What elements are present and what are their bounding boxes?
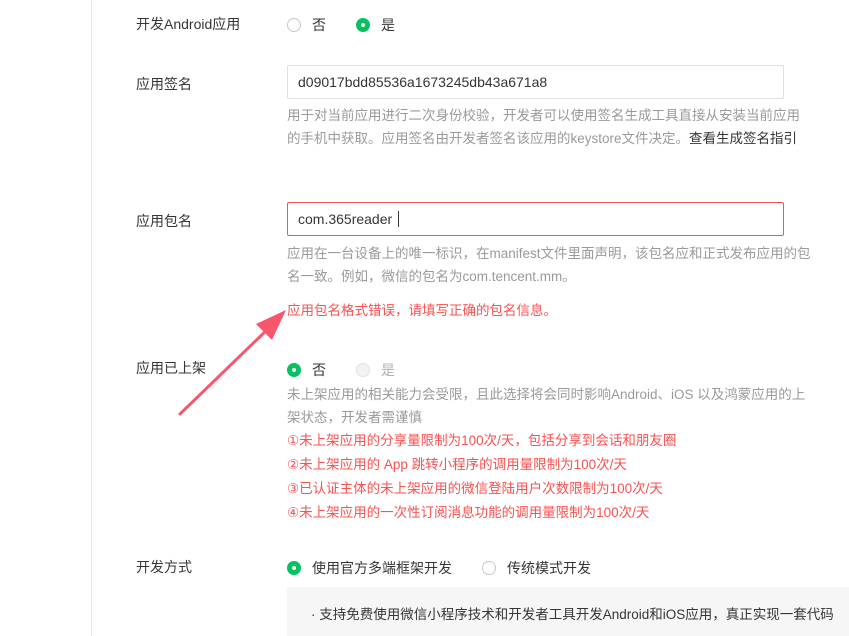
package-label: 应用包名 xyxy=(136,213,192,229)
published-warning-list: ①未上架应用的分享量限制为100次/天，包括分享到会话和朋友圈 ②未上架应用的 … xyxy=(287,429,676,525)
content-left-border xyxy=(91,0,92,636)
text-cursor xyxy=(398,211,400,227)
warning-item: ④未上架应用的一次性订阅消息功能的调用量限制为100次/天 xyxy=(287,505,650,520)
radio-label: 否 xyxy=(312,17,326,33)
package-error-message: 应用包名格式错误，请填写正确的包名信息。 xyxy=(287,303,557,318)
dev-mode-official-radio[interactable]: 使用官方多端框架开发 xyxy=(287,558,452,578)
radio-label: 是 xyxy=(381,17,395,33)
signature-input[interactable]: d09017bdd85536a1673245db43a671a8 xyxy=(287,65,784,99)
warning-item: ②未上架应用的 App 跳转小程序的调用量限制为100次/天 xyxy=(287,457,627,472)
warning-item: ③已认证主体的未上架应用的微信登陆用户次数限制为100次/天 xyxy=(287,481,663,496)
package-help-text: 应用在一台设备上的唯一标识，在manifest文件里面声明，该包名应和正式发布应… xyxy=(287,246,811,284)
radio-label: 否 xyxy=(312,362,326,378)
package-value: com.365reader xyxy=(298,211,393,227)
published-yes-radio[interactable]: 是 xyxy=(356,360,395,380)
android-dev-yes-radio[interactable]: 是 xyxy=(356,15,395,35)
radio-unchecked-icon xyxy=(482,561,496,575)
radio-label: 是 xyxy=(381,362,395,378)
published-label: 应用已上架 xyxy=(136,360,206,376)
dev-mode-info-box: · 支持免费使用微信小程序技术和开发者工具开发Android和iOS应用，真正实… xyxy=(287,587,849,636)
signature-help-text: 用于对当前应用进行二次身份校验，开发者可以使用签名生成工具直接从安装当前应用的手… xyxy=(287,104,812,150)
android-dev-label: 开发Android应用 xyxy=(136,16,241,32)
radio-unchecked-icon xyxy=(287,18,301,32)
radio-checked-icon xyxy=(356,18,370,32)
dev-mode-traditional-radio[interactable]: 传统模式开发 xyxy=(482,558,591,578)
signature-value: d09017bdd85536a1673245db43a671a8 xyxy=(298,74,548,90)
published-help-text: 未上架应用的相关能力会受限，且此选择将会同时影响Android、iOS 以及鸿蒙… xyxy=(287,387,806,425)
radio-disabled-icon xyxy=(356,363,370,377)
radio-label: 传统模式开发 xyxy=(507,560,591,576)
signature-label: 应用签名 xyxy=(136,76,192,92)
radio-checked-icon xyxy=(287,363,301,377)
signature-guide-link[interactable]: 查看生成签名指引 xyxy=(689,131,797,146)
published-no-radio[interactable]: 否 xyxy=(287,360,326,380)
radio-checked-icon xyxy=(287,561,301,575)
android-dev-no-radio[interactable]: 否 xyxy=(287,15,326,35)
warning-item: ①未上架应用的分享量限制为100次/天，包括分享到会话和朋友圈 xyxy=(287,433,677,448)
package-input[interactable]: com.365reader xyxy=(287,202,784,236)
radio-label: 使用官方多端框架开发 xyxy=(312,560,452,576)
dev-mode-label: 开发方式 xyxy=(136,559,192,575)
dev-mode-info-text: · 支持免费使用微信小程序技术和开发者工具开发Android和iOS应用，真正实… xyxy=(311,607,834,622)
